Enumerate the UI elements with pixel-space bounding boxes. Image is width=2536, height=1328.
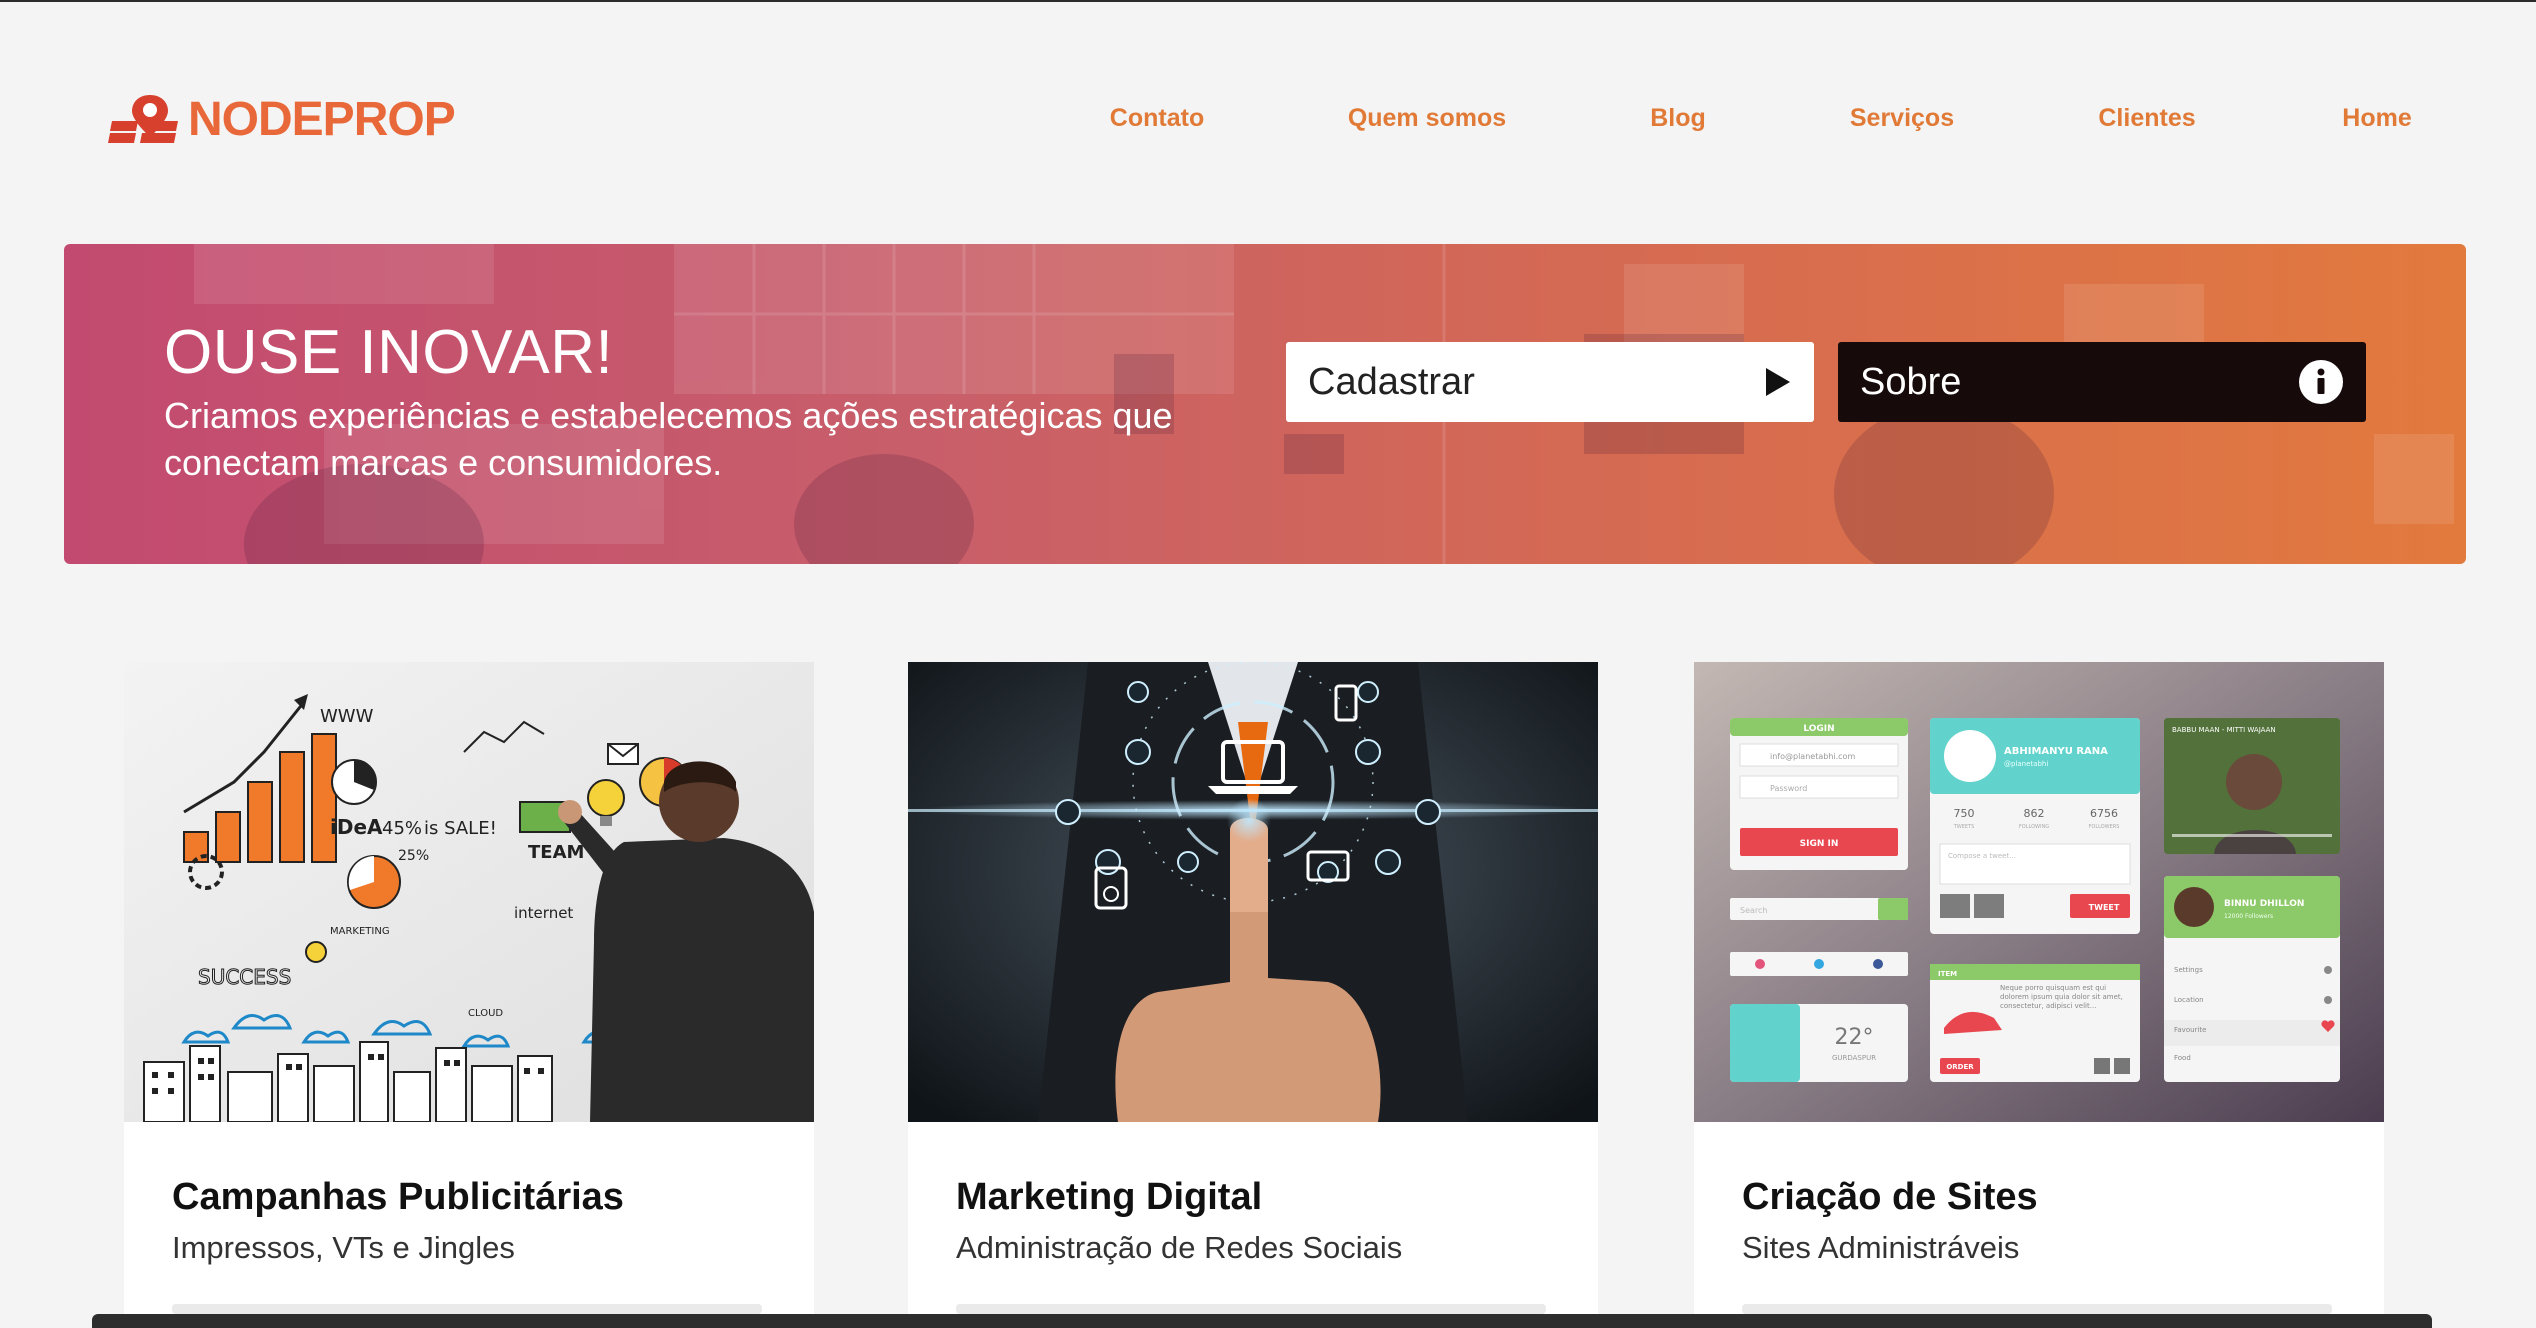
mock-stat-3: 6756: [2090, 807, 2118, 820]
card-subtitle: Impressos, VTs e Jingles: [172, 1230, 515, 1265]
map-pin-logo-icon: [108, 95, 178, 143]
hero-banner: OUSE INOVAR! Criamos experiências e esta…: [64, 244, 2466, 564]
mock-profile-name: ABHIMANYU RANA: [2004, 746, 2108, 757]
nav-servicos[interactable]: Serviços: [1850, 104, 1954, 133]
mock-menu-3: Favourite: [2174, 1026, 2206, 1034]
mock-user2-name: BINNU DHILLON: [2224, 899, 2304, 909]
service-card-campanhas[interactable]: WWW iDeA 45% is SALE! TEAM internet SUCC…: [124, 662, 814, 1322]
os-dock-strip: [92, 1314, 2432, 1328]
mock-stat-3-label: FOLLOWERS: [2089, 824, 2120, 830]
businessman-whiteboard-image: WWW iDeA 45% is SALE! TEAM internet SUCC…: [124, 662, 814, 1122]
mock-city: GURDASPUR: [1832, 1054, 1876, 1062]
card-title: Marketing Digital: [956, 1176, 1263, 1218]
mock-signin: SIGN IN: [1800, 839, 1839, 849]
mock-password: Password: [1770, 784, 1807, 793]
nav-blog[interactable]: Blog: [1650, 104, 1706, 133]
mock-stat-1-label: TWEETS: [1953, 824, 1975, 830]
card-title: Criação de Sites: [1742, 1176, 2038, 1218]
sketch-sale: is SALE!: [424, 818, 497, 839]
nav-contato[interactable]: Contato: [1110, 104, 1204, 133]
mock-profile-handle: @planetabhi: [2004, 760, 2048, 768]
card-subtitle: Administração de Redes Sociais: [956, 1230, 1403, 1265]
cadastrar-label: Cadastrar: [1308, 360, 1475, 403]
sketch-success: SUCCESS: [198, 965, 291, 989]
mock-temp: 22°: [1835, 1025, 1874, 1050]
sobre-button[interactable]: Sobre: [1838, 342, 2366, 422]
mock-video-title: BABBU MAAN - MITTI WAJAAN: [2172, 726, 2276, 734]
mock-search: Search: [1740, 906, 1767, 915]
mock-stat-1: 750: [1954, 807, 1975, 820]
sketch-marketing: MARKETING: [330, 926, 390, 937]
sketch-www: WWW: [320, 706, 374, 727]
mock-user2-followers: 12000 Followers: [2224, 913, 2273, 920]
hero-title: OUSE INOVAR!: [164, 318, 614, 387]
mock-menu-1: Settings: [2174, 966, 2203, 974]
service-card-marketing[interactable]: Marketing Digital Administração de Redes…: [908, 662, 1598, 1322]
card-subtitle: Sites Administráveis: [1742, 1230, 2020, 1265]
sketch-45: 45%: [382, 818, 422, 839]
mock-compose: Compose a tweet...: [1948, 852, 2016, 860]
sketch-team: TEAM: [528, 842, 584, 863]
brand-logo[interactable]: NODEPROP: [108, 88, 456, 152]
card-text-preview: [1742, 1304, 2332, 1314]
sketch-cloud: CLOUD: [468, 1008, 503, 1019]
mock-stat-2-label: FOLLOWING: [2019, 824, 2049, 830]
hero-subtitle: Criamos experiências e estabelecemos açõ…: [164, 395, 1173, 483]
mock-item-title: ITEM: [1938, 970, 1957, 978]
card-text-preview: [172, 1304, 762, 1314]
card-title: Campanhas Publicitárias: [172, 1176, 624, 1218]
mock-login-title: LOGIN: [1803, 724, 1834, 734]
sobre-label: Sobre: [1860, 360, 1962, 403]
sketch-idea: iDeA: [330, 815, 383, 839]
nav-home[interactable]: Home: [2342, 104, 2411, 133]
sketch-25: 25%: [398, 848, 429, 864]
flat-ui-kit-mockup-image: LOGIN info@planetabhi.com Password SIGN …: [1694, 662, 2384, 1122]
nav-quem-somos[interactable]: Quem somos: [1348, 104, 1506, 133]
card-text-preview: [956, 1304, 1546, 1314]
info-icon: [2299, 360, 2343, 404]
service-card-sites[interactable]: LOGIN info@planetabhi.com Password SIGN …: [1694, 662, 2384, 1322]
play-icon: [1766, 368, 1790, 396]
mock-menu-4: Food: [2174, 1054, 2191, 1062]
mock-stat-2: 862: [2024, 807, 2045, 820]
cadastrar-button[interactable]: Cadastrar: [1286, 342, 1814, 422]
window-top-border: [0, 0, 2536, 2]
mock-item-text: Neque porro quisquam est qui dolorem ips…: [2000, 984, 2123, 1010]
mock-menu-2: Location: [2174, 996, 2204, 1004]
sketch-internet: internet: [514, 904, 573, 922]
mock-order: ORDER: [1946, 1063, 1974, 1071]
nav-clientes[interactable]: Clientes: [2098, 104, 2195, 133]
mock-email: info@planetabhi.com: [1770, 752, 1855, 761]
mock-tweet: TWEET: [2089, 903, 2120, 912]
brand-name: NODEPROP: [188, 93, 456, 146]
finger-touching-digital-icons-image: [908, 662, 1598, 1122]
